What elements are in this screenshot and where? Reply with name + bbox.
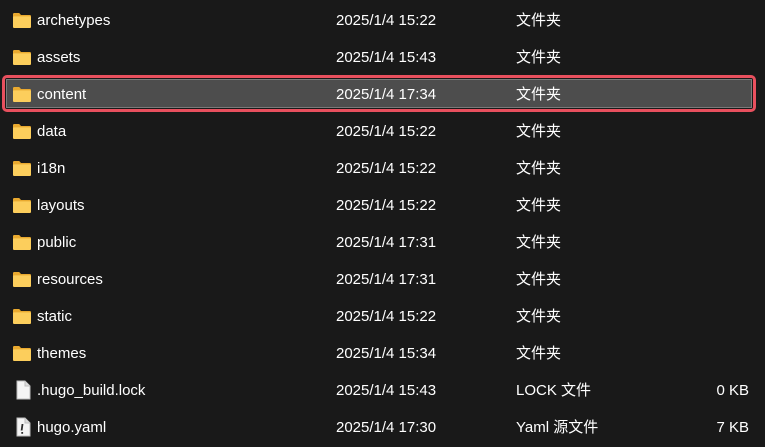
- file-type: 文件夹: [516, 12, 562, 29]
- folder-icon: [12, 11, 32, 29]
- file-name: assets: [37, 49, 81, 66]
- modified-date: 2025/1/4 15:22: [336, 160, 437, 177]
- file-list: archetypes 2025/1/4 15:22 文件夹 assets 2025/1/…: [0, 0, 765, 447]
- file-type: 文件夹: [516, 345, 562, 362]
- file-type: Yaml 源文件: [516, 419, 599, 436]
- folder-icon: [12, 344, 32, 362]
- file-row[interactable]: archetypes 2025/1/4 15:22 文件夹: [0, 3, 765, 40]
- file-type: 文件夹: [516, 49, 562, 66]
- file-row[interactable]: layouts 2025/1/4 15:22 文件夹: [0, 188, 765, 225]
- file-size: 0 KB: [716, 382, 749, 399]
- file-name: themes: [37, 345, 87, 362]
- file-name: content: [37, 86, 87, 103]
- modified-date: 2025/1/4 15:22: [336, 197, 437, 214]
- file-name: public: [37, 234, 77, 251]
- yaml-file-icon: [13, 417, 33, 437]
- file-row[interactable]: content 2025/1/4 17:34 文件夹: [0, 75, 765, 114]
- file-name: archetypes: [37, 12, 111, 29]
- file-icon: [13, 380, 33, 400]
- folder-icon: [12, 196, 32, 214]
- modified-date: 2025/1/4 15:22: [336, 12, 437, 29]
- modified-date: 2025/1/4 15:43: [336, 382, 437, 399]
- file-type: 文件夹: [516, 271, 562, 288]
- folder-icon: [12, 159, 32, 177]
- file-row[interactable]: i18n 2025/1/4 15:22 文件夹: [0, 151, 765, 188]
- modified-date: 2025/1/4 17:30: [336, 419, 437, 436]
- file-type: 文件夹: [516, 123, 562, 140]
- file-size: 7 KB: [716, 419, 749, 436]
- modified-date: 2025/1/4 15:22: [336, 308, 437, 325]
- file-type: 文件夹: [516, 160, 562, 177]
- file-name: hugo.yaml: [37, 419, 107, 436]
- folder-icon: [12, 233, 32, 251]
- folder-icon: [12, 122, 32, 140]
- folder-icon: [12, 307, 32, 325]
- file-type: 文件夹: [516, 197, 562, 214]
- file-name: resources: [37, 271, 103, 288]
- folder-icon: [12, 270, 32, 288]
- file-type: 文件夹: [516, 308, 562, 325]
- file-name: data: [37, 123, 67, 140]
- file-row[interactable]: static 2025/1/4 15:22 文件夹: [0, 299, 765, 336]
- file-row[interactable]: themes 2025/1/4 15:34 文件夹: [0, 336, 765, 373]
- file-row[interactable]: resources 2025/1/4 17:31 文件夹: [0, 262, 765, 299]
- folder-icon: [12, 48, 32, 66]
- file-name: i18n: [37, 160, 66, 177]
- folder-icon: [12, 85, 32, 103]
- modified-date: 2025/1/4 17:34: [336, 86, 437, 103]
- file-row[interactable]: .hugo_build.lock 2025/1/4 15:43 LOCK 文件 0 K…: [0, 373, 765, 410]
- file-row[interactable]: data 2025/1/4 15:22 文件夹: [0, 114, 765, 151]
- modified-date: 2025/1/4 15:22: [336, 123, 437, 140]
- file-row[interactable]: public 2025/1/4 17:31 文件夹: [0, 225, 765, 262]
- file-type: LOCK 文件: [516, 382, 592, 399]
- modified-date: 2025/1/4 17:31: [336, 234, 437, 251]
- modified-date: 2025/1/4 15:34: [336, 345, 437, 362]
- file-name: static: [37, 308, 73, 325]
- file-name: .hugo_build.lock: [37, 382, 146, 399]
- file-row[interactable]: hugo.yaml 2025/1/4 17:30 Yaml 源文件 7 KB: [0, 410, 765, 447]
- file-type: 文件夹: [516, 234, 562, 251]
- modified-date: 2025/1/4 17:31: [336, 271, 437, 288]
- modified-date: 2025/1/4 15:43: [336, 49, 437, 66]
- file-row[interactable]: assets 2025/1/4 15:43 文件夹: [0, 40, 765, 77]
- file-type: 文件夹: [516, 86, 562, 103]
- file-name: layouts: [37, 197, 85, 214]
